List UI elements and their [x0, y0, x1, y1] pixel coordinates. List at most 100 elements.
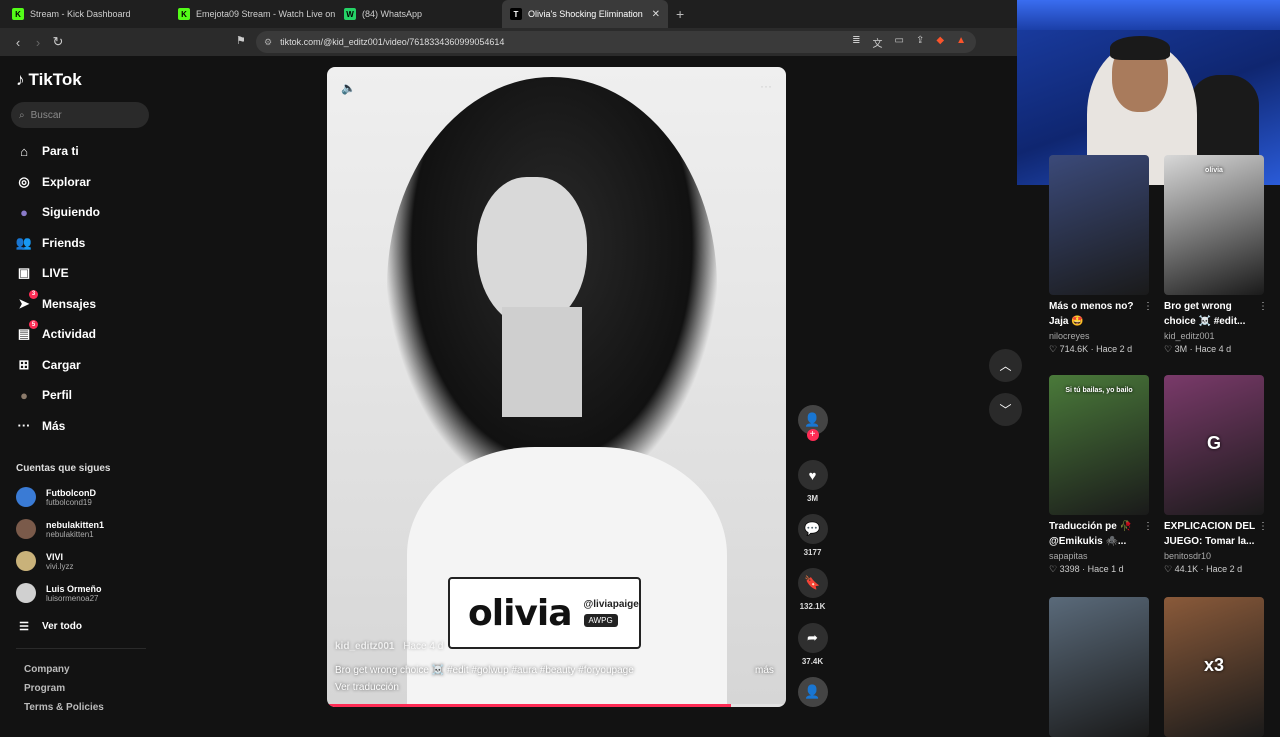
browser-tab[interactable]: K Stream - Kick Dashboard — [4, 0, 170, 28]
reader-icon[interactable]: ≣ — [852, 35, 860, 50]
card-more-icon[interactable]: ⋮ — [1258, 301, 1268, 312]
comment-button[interactable]: 💬 3177 — [796, 514, 829, 557]
volume-icon[interactable]: 🔈 — [341, 81, 356, 95]
followed-account[interactable]: Luis Ormeño luisormenoa27 — [16, 583, 102, 603]
sidebar-item-label: Siguiendo — [42, 205, 100, 219]
sidebar: ♪ TikTok ⌕ Buscar ⌂ Para ti ◎ Explorar ● Sigu… — [0, 56, 160, 720]
recommended-stats: ♡ 714.6K · Hace 2 d — [1049, 344, 1149, 355]
recommended-stats: ♡ 3M · Hace 4 d — [1164, 344, 1264, 355]
account-name: nebulakitten1 — [46, 519, 105, 530]
tab-title: Stream - Kick Dashboard — [30, 9, 131, 19]
heart-outline-icon: ♡ — [1049, 564, 1060, 574]
sidebar-item-friends[interactable]: 👥 Friends — [16, 233, 85, 253]
account-name: VIVI — [46, 551, 64, 562]
bookmark-icon[interactable]: ⚑ — [236, 34, 246, 47]
sidebar-item-siguiendo[interactable]: ● Siguiendo — [16, 202, 100, 222]
footer-company[interactable]: Company — [24, 664, 70, 675]
browser-tab[interactable]: W (84) WhatsApp — [336, 0, 502, 28]
tab-favicon-icon: T — [510, 8, 522, 20]
search-input[interactable]: ⌕ Buscar — [11, 102, 149, 128]
video-progress-bar[interactable] — [327, 704, 786, 707]
video-author[interactable]: kid_editz001 — [335, 641, 394, 652]
sidebar-item-m-s[interactable]: ··· Más — [16, 416, 66, 436]
save-button[interactable]: 🔖 132.1K — [796, 568, 829, 611]
sidebar-divider — [16, 648, 146, 649]
recommended-author[interactable]: sapapitas — [1049, 551, 1149, 561]
footer-terms[interactable]: Terms & Policies — [24, 702, 104, 713]
followed-account[interactable]: VIVI vivi.lyzz — [16, 551, 74, 571]
music-disc-icon: 👤 — [797, 677, 828, 707]
video-caption: Bro get wrong choice ☠️ #edit #golwup #a… — [335, 665, 634, 676]
new-tab-button[interactable]: + — [676, 6, 684, 22]
cast-icon[interactable]: ▭ — [895, 35, 904, 50]
browser-tab[interactable]: K Emejota09 Stream - Watch Live on Ki — [170, 0, 336, 28]
avatar — [16, 583, 36, 603]
url-text: tiktok.com/@kid_editz001/video/761833436… — [280, 37, 505, 47]
more-options-icon[interactable]: ··· — [760, 79, 772, 93]
sidebar-item-explorar[interactable]: ◎ Explorar — [16, 172, 90, 192]
author-avatar[interactable]: 👤 + — [796, 405, 829, 441]
sidebar-item-cargar[interactable]: ⊞ Cargar — [16, 355, 81, 375]
follow-plus-icon[interactable]: + — [806, 429, 819, 441]
translate-link[interactable]: Ver traducción — [335, 682, 399, 693]
next-video-button[interactable]: ﹀ — [989, 393, 1022, 426]
back-icon[interactable]: ‹ — [8, 35, 28, 50]
sidebar-item-label: Para ti — [42, 144, 79, 158]
sidebar-item-perfil[interactable]: ● Perfil — [16, 385, 72, 405]
messages-icon: ➤ 3 — [16, 289, 38, 312]
rewards-icon[interactable]: ▲ — [956, 35, 966, 50]
sidebar-item-actividad[interactable]: ▤ 5 Actividad — [16, 320, 96, 344]
heart-outline-icon: ♡ — [1164, 564, 1175, 574]
sidebar-item-para-ti[interactable]: ⌂ Para ti — [16, 141, 79, 161]
recommended-stats: ♡ 44.1K · Hace 2 d — [1164, 564, 1264, 575]
followed-account[interactable]: nebulakitten1 nebulakitten1 — [16, 519, 104, 539]
see-all-link[interactable]: ☰ Ver todo — [16, 616, 82, 636]
recommended-video-card[interactable]: x3 — [1164, 597, 1264, 737]
activity-icon: ▤ 5 — [16, 320, 38, 342]
reload-icon[interactable]: ↻ — [48, 34, 68, 50]
brave-shield-icon[interactable]: ◆ — [936, 35, 944, 50]
recommended-video-card[interactable]: Más o menos no? Jaja 🤩 nilocreyes ♡ 714.6K… — [1049, 155, 1153, 355]
video-author-row: kid_editz001 Hace 4 d — [335, 641, 443, 652]
account-name: Luis Ormeño — [46, 583, 102, 594]
account-handle: vivi.lyzz — [46, 561, 74, 571]
tab-title: Olivia's Shocking Elimination — [528, 9, 643, 19]
video-player[interactable]: 🔈 ··· olivia @liviapaige AWPG kid_editz0… — [327, 67, 786, 707]
recommended-video-card[interactable]: G EXPLICACION DEL JUEGO: Tomar la... benit… — [1164, 375, 1268, 575]
recommended-title: Bro get wrong choice ☠️ #edit... — [1164, 301, 1246, 327]
thumbnail-text: Si tú bailas, yo bailo — [1065, 387, 1133, 394]
card-more-icon[interactable]: ⋮ — [1143, 301, 1153, 312]
tiktok-logo[interactable]: ♪ TikTok — [16, 70, 82, 90]
recommended-author[interactable]: nilocreyes — [1049, 331, 1149, 341]
sidebar-item-mensajes[interactable]: ➤ 3 Mensajes — [16, 289, 96, 314]
profile-icon: ● — [20, 387, 28, 403]
caption-more-link[interactable]: más — [755, 665, 774, 676]
footer-program[interactable]: Program — [24, 683, 65, 694]
account-name: FutbolconD — [46, 487, 96, 498]
tab-title: Emejota09 Stream - Watch Live on Ki — [196, 9, 336, 19]
recommended-video-card[interactable] — [1049, 597, 1149, 737]
sidebar-item-live[interactable]: ▣ LIVE — [16, 263, 69, 283]
followed-account[interactable]: FutbolconD futbolcond19 — [16, 487, 96, 507]
overlay-tag: AWPG — [583, 613, 618, 627]
browser-tab[interactable]: T Olivia's Shocking Elimination ✕ — [502, 0, 668, 28]
share-button[interactable]: ➦ 37.4K — [796, 623, 829, 666]
forward-icon[interactable]: › — [28, 35, 48, 50]
recommended-video-card[interactable]: Si tú bailas, yo bailo Traducción pe 🥀 @E… — [1049, 375, 1153, 575]
chevron-down-icon: ﹀ — [999, 403, 1012, 417]
card-more-icon[interactable]: ⋮ — [1143, 521, 1153, 532]
compass-icon: ◎ — [18, 173, 30, 189]
account-handle: futbolcond19 — [46, 497, 92, 507]
previous-video-button[interactable]: ︿ — [989, 349, 1022, 382]
like-button[interactable]: ♥ 3M — [796, 460, 829, 503]
card-more-icon[interactable]: ⋮ — [1258, 521, 1268, 532]
sound-disc[interactable]: 👤 — [796, 677, 829, 707]
recommended-author[interactable]: kid_editz001 — [1164, 331, 1264, 341]
close-tab-icon[interactable]: ✕ — [652, 9, 660, 20]
recommended-author[interactable]: benitosdr10 — [1164, 551, 1264, 561]
recommended-video-card[interactable]: olivia Bro get wrong choice ☠️ #edit... ki… — [1164, 155, 1268, 355]
site-info-icon[interactable]: ⚙ — [264, 37, 272, 48]
share-icon[interactable]: ⇪ — [916, 35, 924, 50]
translate-icon[interactable]: 文 — [873, 35, 883, 50]
tab-favicon-icon: K — [178, 8, 190, 20]
